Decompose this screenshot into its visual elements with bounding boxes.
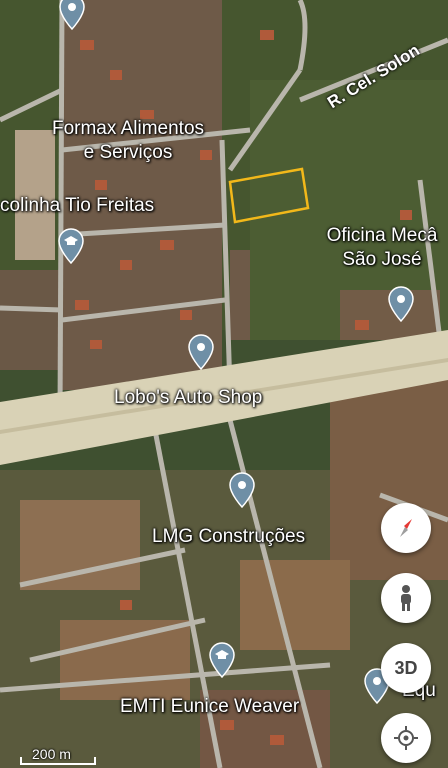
place-lmg-label[interactable]: LMG Construções: [152, 525, 305, 549]
place-escolinha-label[interactable]: colinha Tio Freitas: [0, 194, 154, 218]
place-oficina-label[interactable]: Oficina Mecâ São José: [312, 224, 448, 272]
place-oficina-line2: São José: [342, 249, 422, 270]
school-pin-icon[interactable]: [208, 642, 236, 678]
place-formax-label[interactable]: Formax Alimentos e Serviços: [28, 117, 228, 165]
place-oficina-line1: Oficina Mecâ: [326, 225, 438, 246]
pegman-icon: [401, 585, 411, 611]
compass-button[interactable]: [381, 503, 431, 553]
map-pin-icon[interactable]: [387, 286, 415, 322]
street-view-button[interactable]: [381, 573, 431, 623]
three-d-toggle-button[interactable]: 3D: [381, 643, 431, 693]
map-pin-icon[interactable]: [58, 0, 86, 30]
place-emti-label[interactable]: EMTI Eunice Weaver: [120, 695, 299, 719]
compass-icon: [400, 519, 412, 537]
place-formax-line1: Formax Alimentos: [51, 118, 205, 139]
map-pin-icon[interactable]: [187, 334, 215, 370]
map-pin-icon[interactable]: [228, 472, 256, 508]
crosshair-icon: [394, 726, 418, 750]
scale-label: 200 m: [32, 746, 71, 762]
place-lobos-label[interactable]: Lobo's Auto Shop: [114, 386, 262, 410]
three-d-label: 3D: [394, 657, 418, 678]
school-pin-icon[interactable]: [57, 228, 85, 264]
place-formax-line2: e Serviços: [83, 142, 173, 163]
my-location-button[interactable]: [381, 713, 431, 763]
